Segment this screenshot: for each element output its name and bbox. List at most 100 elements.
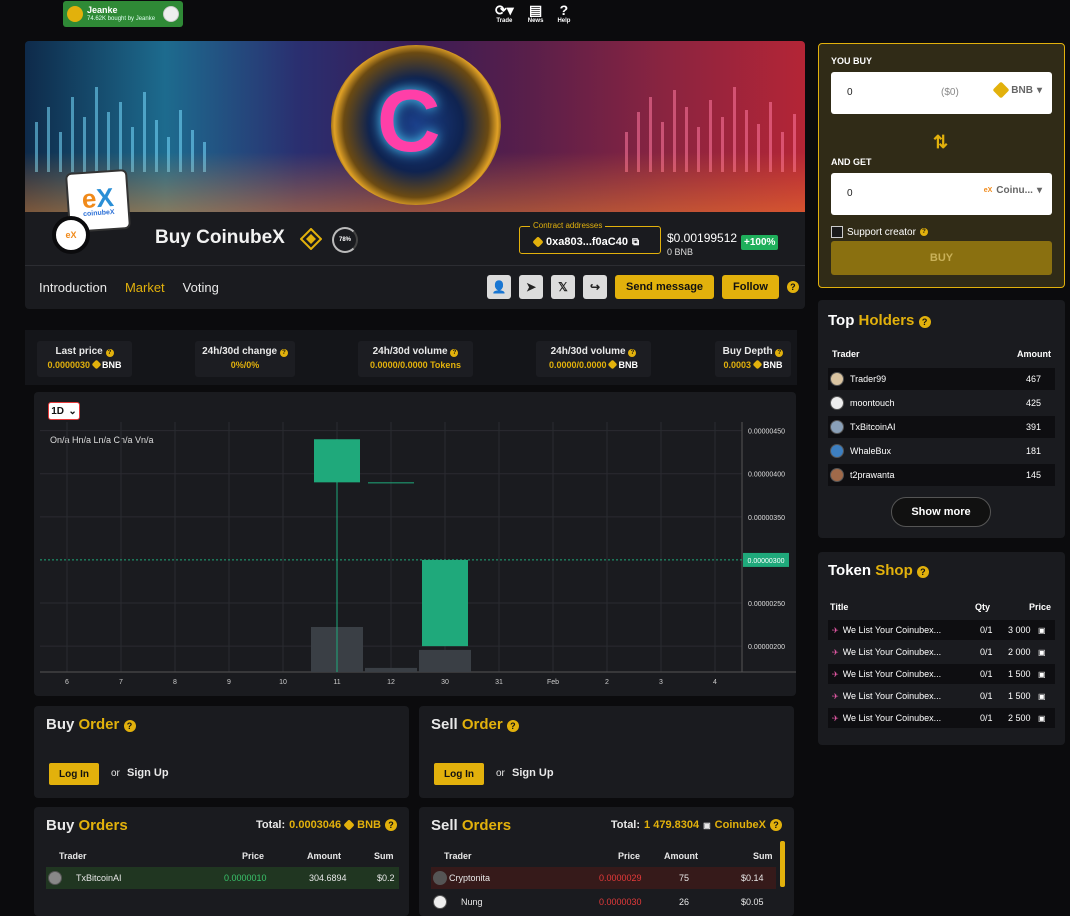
avatar [830,468,844,482]
table-row[interactable]: Cryptonita 0.0000029 75 $0.14 [431,867,776,889]
x-tick-label: 12 [387,679,395,686]
last-price-label: 0.00000300 [748,558,785,565]
avatar [830,444,844,458]
candlestick-chart[interactable]: 0.00000450 0.00000400 0.00000350 0.00000250… [34,392,796,696]
tab-market[interactable]: Market [125,280,165,295]
holder-row[interactable]: moontouch 425 [828,392,1055,414]
avatar [433,895,447,909]
y-tick-label: 0.00000400 [748,472,785,479]
x-tick-label: 8 [173,679,177,686]
signup-link[interactable]: Sign Up [127,767,169,779]
help-icon[interactable]: ? [918,316,931,328]
signup-link[interactable]: Sign Up [512,767,554,779]
sell-orders-panel: Sell Orders Total: 1 479.8304 ▣ CoinubeX ?… [419,807,794,916]
bnb-icon [532,236,544,248]
tab-introduction[interactable]: Introduction [39,280,107,295]
shop-item-row[interactable]: ✈ We List Your Coinubex... 0/1 1 500 ▣ [828,664,1055,684]
shop-item-row[interactable]: ✈ We List Your Coinubex... 0/1 2 000 ▣ [828,642,1055,662]
cart-icon[interactable]: ▣ [1038,692,1046,701]
y-tick-label: 0.00000450 [748,429,785,436]
cart-icon[interactable]: ▣ [1038,626,1046,635]
holder-row[interactable]: Trader99 467 [828,368,1055,390]
buy-orders-header: Trader Price Amount Sum [59,851,394,861]
telegram-button[interactable]: ➤ [519,275,543,299]
x-button[interactable]: 𝕏 [551,275,575,299]
support-creator-checkbox[interactable]: Support creator? [831,226,928,238]
shop-item-row[interactable]: ✈ We List Your Coinubex... 0/1 2 500 ▣ [828,708,1055,728]
stat-buy-depth: Buy Depth ? 0.0003 BNB [715,341,791,377]
rocket-icon: ✈ [832,647,839,657]
help-icon[interactable]: ? [786,281,799,293]
help-icon[interactable]: ? [770,819,782,831]
get-token-select[interactable]: eX Coinu... ▾ [984,185,1042,196]
notification-detail: 74.62K bought by Jeanke [87,16,156,22]
top-navigation: ⟳▾ Trade ▤ News ? Help [495,2,570,24]
nav-news[interactable]: ▤ News [528,2,544,24]
token-banner: C [25,41,805,212]
bnb-icon [343,819,355,831]
token-tabs: Introduction Market Voting [39,280,219,295]
rocket-icon: ✈ [832,713,839,723]
creator-avatar[interactable]: eX [52,216,90,254]
holder-row[interactable]: TxBitcoinAI 391 [828,416,1055,438]
volume-bar [419,649,471,672]
buy-button[interactable]: BUY [831,241,1052,275]
follow-button[interactable]: Follow [722,275,779,299]
candle [314,439,360,483]
send-message-button[interactable]: Send message [615,275,715,299]
buy-amount-field[interactable]: 0 ($0) BNB ▾ [831,72,1052,114]
price-change-badge: +100% [741,235,779,250]
nav-trade[interactable]: ⟳▾ Trade [495,2,514,24]
swap-panel: YOU BUY 0 ($0) BNB ▾ ⇅ AND GET 0 eX Coinu.… [818,43,1065,288]
x-tick-label: Feb [547,679,559,686]
sell-orders-total: Total: 1 479.8304 ▣ CoinubeX ? [611,819,782,831]
show-more-button[interactable]: Show more [891,497,991,527]
cart-icon[interactable]: ▣ [1038,714,1046,723]
purchase-notification[interactable]: Jeanke 74.62K bought by Jeanke [63,1,183,27]
cart-icon[interactable]: ▣ [1038,670,1046,679]
shop-item-row[interactable]: ✈ We List Your Coinubex... 0/1 1 500 ▣ [828,686,1055,706]
tab-voting[interactable]: Voting [183,280,219,295]
bnb-icon [91,359,101,370]
help-icon: ? [919,228,928,236]
login-button[interactable]: Log In [434,763,484,785]
x-tick-label: 31 [495,679,503,686]
share-button[interactable]: ↪ [583,275,607,299]
candle [422,559,468,647]
price-chart[interactable]: 1D ⌄ On/a Hn/a Ln/a Cn/a Vn/a 0.00000450 0… [34,392,796,696]
cart-icon[interactable]: ▣ [1038,648,1046,657]
table-row[interactable]: TxBitcoinAI 0.0000010 304.6894 $0.2 [46,867,399,889]
stat-volume-tokens: 24h/30d volume ? 0.0000/0.0000 Tokens [358,341,473,377]
profile-button[interactable]: 👤 [487,275,511,299]
buy-token-select[interactable]: BNB ▾ [992,81,1042,99]
scrollbar[interactable] [780,841,785,887]
x-tick-label: 7 [119,679,123,686]
help-icon: ? [279,349,288,357]
login-button[interactable]: Log In [49,763,99,785]
get-amount-field[interactable]: 0 eX Coinu... ▾ [831,173,1052,215]
y-tick-label: 0.00000250 [748,601,785,608]
rocket-icon: ✈ [832,691,839,701]
holder-row[interactable]: WhaleBux 181 [828,440,1055,462]
x-tick-label: 11 [333,679,340,686]
y-tick-label: 0.00000200 [748,644,785,651]
help-icon[interactable]: ? [385,819,397,831]
buy-orders-total: Total: 0.0003046 BNB ? [256,819,397,831]
stat-volume-bnb: 24h/30d volume ? 0.0000/0.0000 BNB [536,341,651,377]
swap-direction-icon[interactable]: ⇅ [933,132,948,153]
holder-row[interactable]: t2prawanta 145 [828,464,1055,486]
telegram-icon: ➤ [525,280,537,294]
shop-item-row[interactable]: ✈ We List Your Coinubex... 0/1 3 000 ▣ [828,620,1055,640]
copy-icon[interactable]: ⧉ [632,237,639,248]
help-icon: ? [628,349,637,357]
help-icon[interactable]: ? [506,720,519,732]
contract-address: 0xa803...f0aC40 [546,236,628,248]
nav-help[interactable]: ? Help [557,2,570,24]
help-icon[interactable]: ? [916,566,929,578]
help-icon: ? [559,2,569,18]
coin-icon [67,6,83,22]
contract-address-box[interactable]: Contract addresses 0xa803...f0aC40 ⧉ [519,221,661,254]
table-row[interactable]: Nung 0.0000030 26 $0.05 [431,891,776,913]
help-icon[interactable]: ? [123,720,136,732]
market-stats: Last price ? 0.0000030 BNB 24h/30d chang… [25,330,797,385]
